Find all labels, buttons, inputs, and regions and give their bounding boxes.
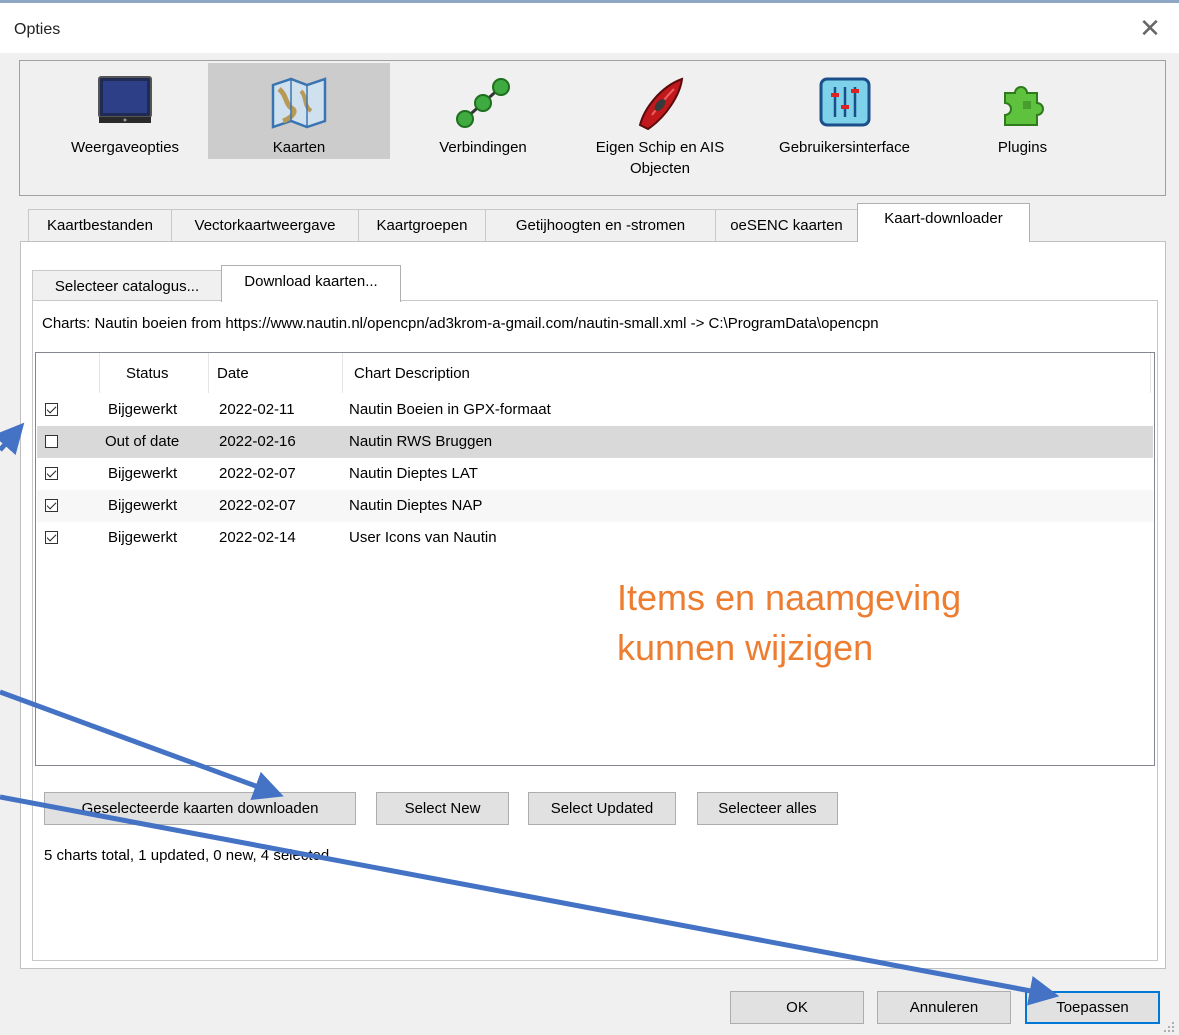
arrow-to-list: [0, 422, 25, 456]
arrow-to-download-button: [0, 689, 284, 801]
arrow-to-apply-button: [0, 794, 1060, 1006]
tab-kaart-downloader[interactable]: Kaart-downloader: [857, 203, 1030, 242]
annotation-arrows: [0, 422, 1060, 1006]
subtab-download-kaarten[interactable]: Download kaarten...: [221, 265, 401, 302]
